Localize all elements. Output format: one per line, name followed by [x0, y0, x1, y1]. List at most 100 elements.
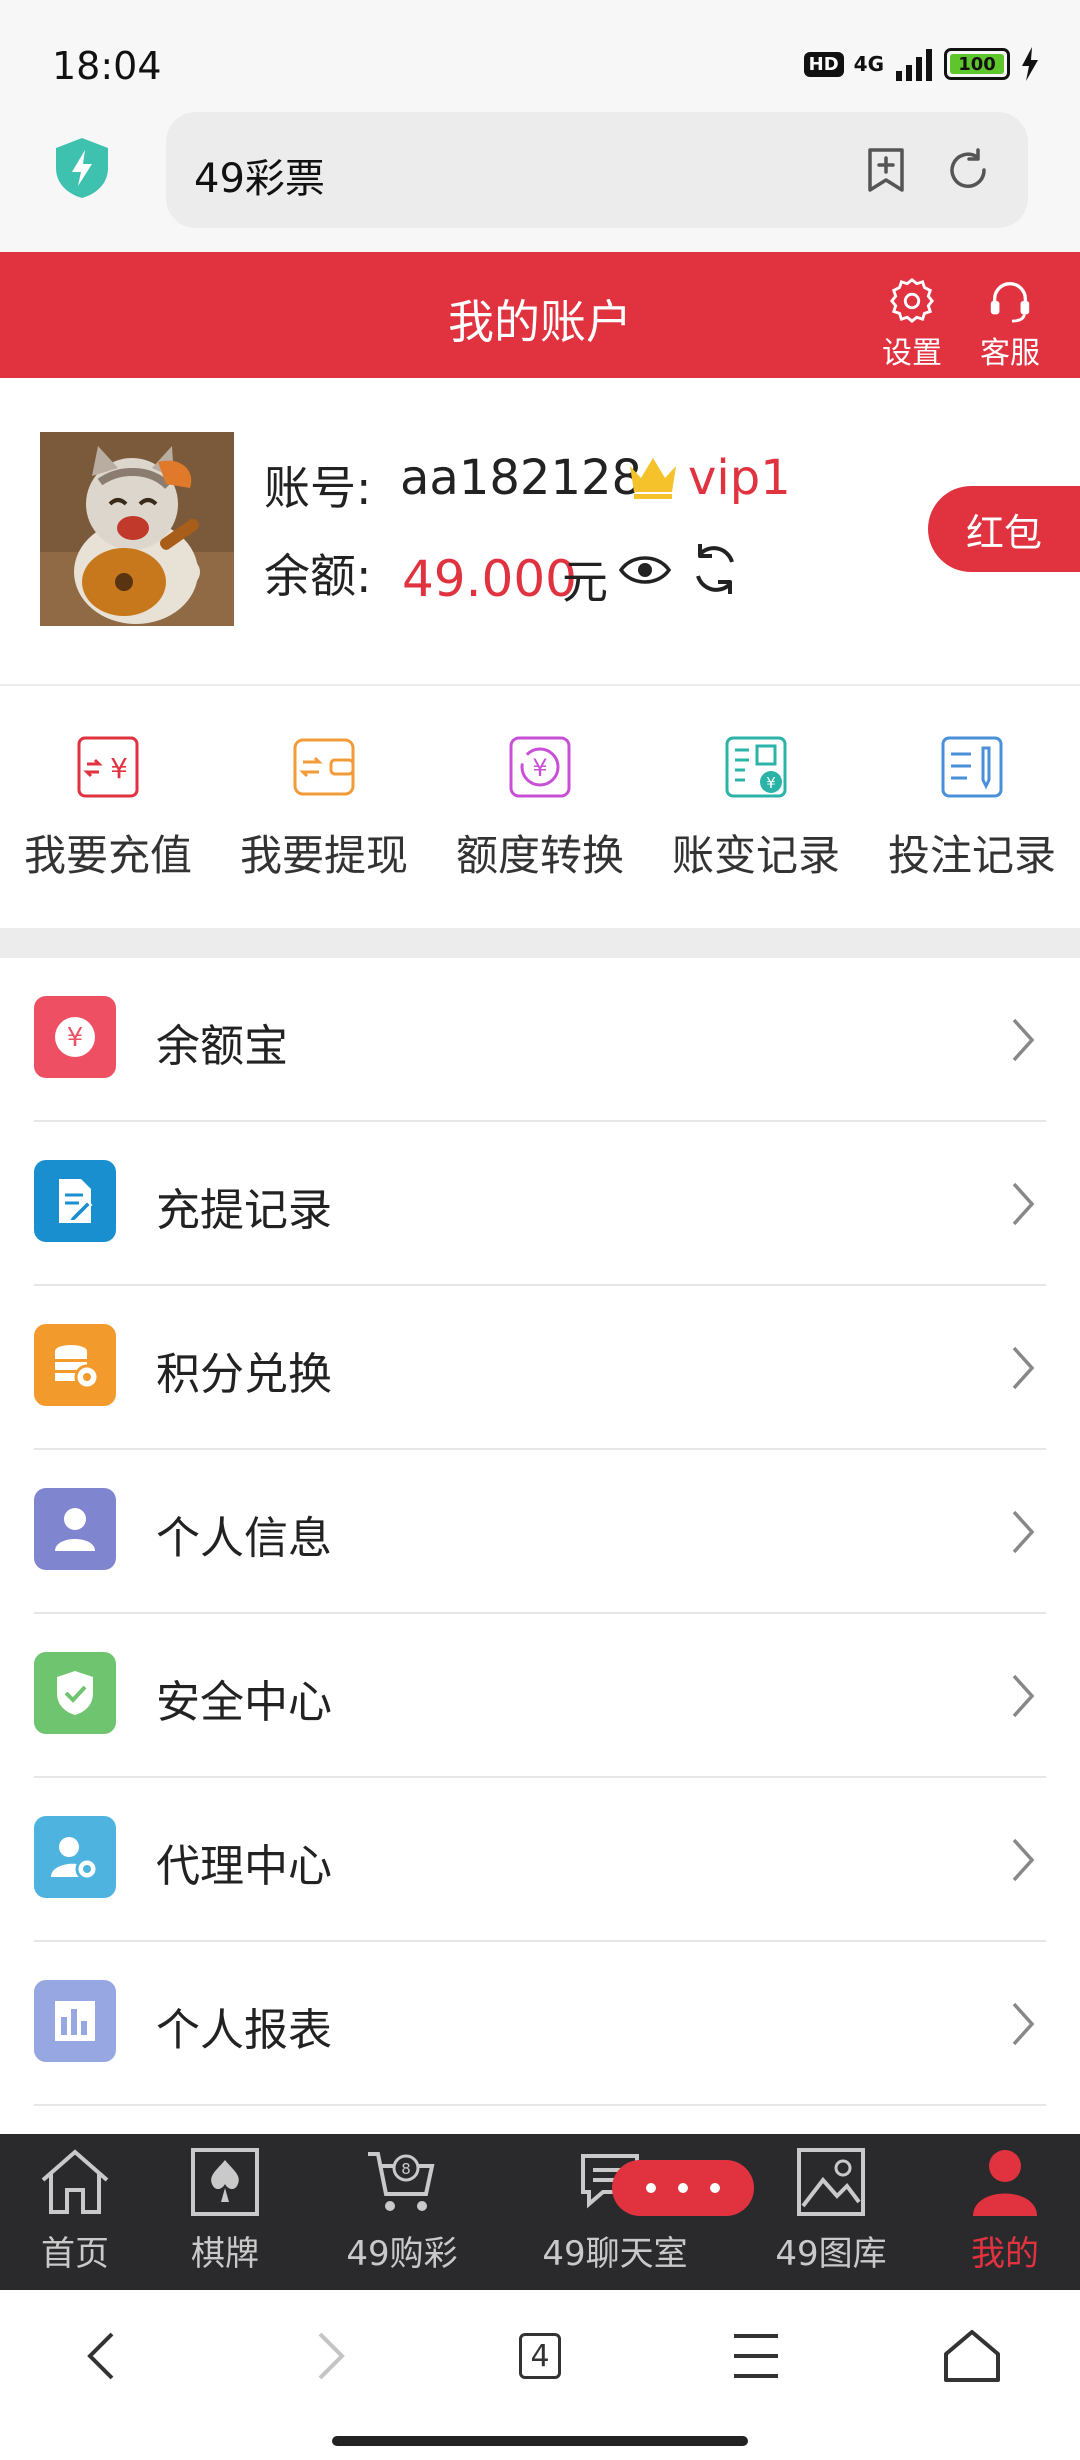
balance-label: 余额: — [264, 549, 372, 603]
tab-buy-lottery[interactable]: 8 49购彩 — [332, 2146, 472, 2275]
transfer-icon: ¥ — [509, 736, 571, 798]
service-label: 客服 — [980, 336, 1040, 371]
crown-icon — [630, 458, 676, 499]
balance-value: 49.000 — [402, 550, 577, 608]
charging-icon — [1022, 47, 1038, 81]
headset-icon — [990, 282, 1030, 323]
tabs-button[interactable]: 4 — [500, 2328, 580, 2384]
status-icons: HD 4G 100 — [803, 44, 1040, 84]
quick-action-recharge[interactable]: ¥ 我要充值 — [0, 732, 216, 883]
menu-item-label: 余额宝 — [156, 1021, 288, 1072]
tab-label: 我的 — [971, 2234, 1039, 2274]
tab-gallery[interactable]: 49图库 — [766, 2146, 896, 2275]
menu-item-label: 代理中心 — [156, 1841, 332, 1892]
menu-item-personal-info[interactable]: 个人信息 — [0, 1450, 1080, 1614]
menu-item-agent-center[interactable]: 代理中心 — [0, 1778, 1080, 1942]
cat-avatar-image — [40, 432, 234, 626]
network-label: 4G — [853, 52, 884, 76]
back-icon[interactable] — [66, 2328, 146, 2384]
gear-icon — [889, 277, 935, 323]
home-button-icon[interactable] — [932, 2328, 1012, 2384]
quick-action-label: 我要提现 — [239, 831, 408, 880]
account-label: 账号: — [264, 461, 372, 515]
chevron-right-icon — [1012, 1182, 1035, 1226]
balance-unit: 元 — [562, 555, 608, 609]
menu-item-label: 积分兑换 — [156, 1349, 332, 1400]
tab-label: 棋牌 — [191, 2234, 259, 2274]
tab-chess-cards[interactable]: 棋牌 — [180, 2146, 270, 2275]
profile-icon — [973, 2150, 1037, 2216]
chevron-right-icon — [1012, 1838, 1035, 1882]
chevron-right-icon — [1012, 2002, 1035, 2046]
dot-icon — [678, 2183, 688, 2193]
menu-item-label: 安全中心 — [156, 1677, 332, 1728]
tab-label: 49图库 — [775, 2234, 887, 2274]
tab-label: 首页 — [41, 2234, 109, 2274]
user-icon — [34, 1488, 116, 1570]
tab-home[interactable]: 首页 — [30, 2146, 120, 2275]
status-time: 18:04 — [52, 44, 162, 88]
quick-action-label: 账变记录 — [671, 831, 840, 880]
quick-action-label: 我要充值 — [23, 831, 192, 880]
quick-action-transfer[interactable]: ¥ 额度转换 — [432, 732, 648, 883]
menu-item-label: 个人信息 — [156, 1513, 332, 1564]
svg-text:¥: ¥ — [67, 1023, 84, 1053]
settings-label: 设置 — [882, 336, 942, 371]
yuebao-icon: ¥ — [34, 996, 116, 1078]
eye-icon[interactable] — [618, 550, 672, 590]
coins-icon — [34, 1324, 116, 1406]
menu-item-label: 个人报表 — [156, 2005, 332, 2056]
bet-record-icon — [941, 736, 1003, 798]
dot-icon — [710, 2183, 720, 2193]
tab-count: 4 — [519, 2333, 561, 2379]
chevron-right-icon — [1012, 1346, 1035, 1390]
vip-level: vip1 — [688, 450, 791, 506]
chevron-right-icon — [1012, 1674, 1035, 1718]
gallery-icon — [797, 2148, 865, 2216]
menu-item-points-exchange[interactable]: 积分兑换 — [0, 1286, 1080, 1450]
bar-chart-icon — [34, 1980, 116, 2062]
battery-icon: 100 — [944, 48, 1010, 80]
home-icon — [41, 2149, 109, 2214]
menu-item-recharge-withdraw-records[interactable]: 充提记录 — [0, 1122, 1080, 1286]
svg-text:8: 8 — [401, 2160, 411, 2178]
quick-action-label: 额度转换 — [455, 831, 624, 880]
tab-mine[interactable]: 我的 — [960, 2146, 1050, 2275]
menu-icon[interactable] — [716, 2328, 796, 2384]
section-gap — [0, 928, 1080, 958]
red-packet-button[interactable]: 红包 — [928, 486, 1080, 572]
quick-action-withdraw[interactable]: 我要提现 — [216, 732, 432, 883]
menu-item-yuebao[interactable]: ¥ 余额宝 — [0, 958, 1080, 1122]
menu-item-personal-report[interactable]: 个人报表 — [0, 1942, 1080, 2106]
menu-item-security-center[interactable]: 安全中心 — [0, 1614, 1080, 1778]
svg-text:¥: ¥ — [532, 754, 547, 782]
add-bookmark-icon[interactable] — [862, 146, 910, 194]
tab-label: 49聊天室 — [542, 2234, 688, 2274]
menu-item-label: 充提记录 — [156, 1185, 332, 1236]
agent-gear-icon — [34, 1816, 116, 1898]
spade-card-icon — [191, 2148, 259, 2216]
tab-label: 49购彩 — [346, 2234, 458, 2274]
quick-action-account-change[interactable]: ¥ 账变记录 — [648, 732, 864, 883]
document-edit-icon — [34, 1160, 116, 1242]
shield-check-icon — [34, 1652, 116, 1734]
hd-badge: HD — [803, 51, 844, 77]
more-options-button[interactable] — [612, 2160, 754, 2216]
divider — [34, 2104, 1046, 2106]
avatar[interactable] — [40, 432, 234, 626]
customer-service-button[interactable]: 客服 — [972, 276, 1048, 372]
refresh-balance-icon[interactable] — [688, 540, 742, 598]
home-indicator[interactable] — [332, 2436, 748, 2446]
security-shield-icon[interactable] — [52, 136, 112, 200]
settings-button[interactable]: 设置 — [874, 276, 950, 372]
signal-icon — [896, 49, 932, 81]
quick-action-label: 投注记录 — [887, 831, 1056, 880]
address-bar-text[interactable]: 49彩票 — [194, 146, 325, 204]
dot-icon — [646, 2183, 656, 2193]
chevron-right-icon — [1012, 1018, 1035, 1062]
withdraw-icon — [293, 738, 355, 796]
forward-icon[interactable] — [286, 2328, 366, 2384]
reload-icon[interactable] — [944, 146, 992, 194]
svg-text:¥: ¥ — [110, 752, 128, 785]
quick-action-bet-record[interactable]: 投注记录 — [864, 732, 1080, 883]
